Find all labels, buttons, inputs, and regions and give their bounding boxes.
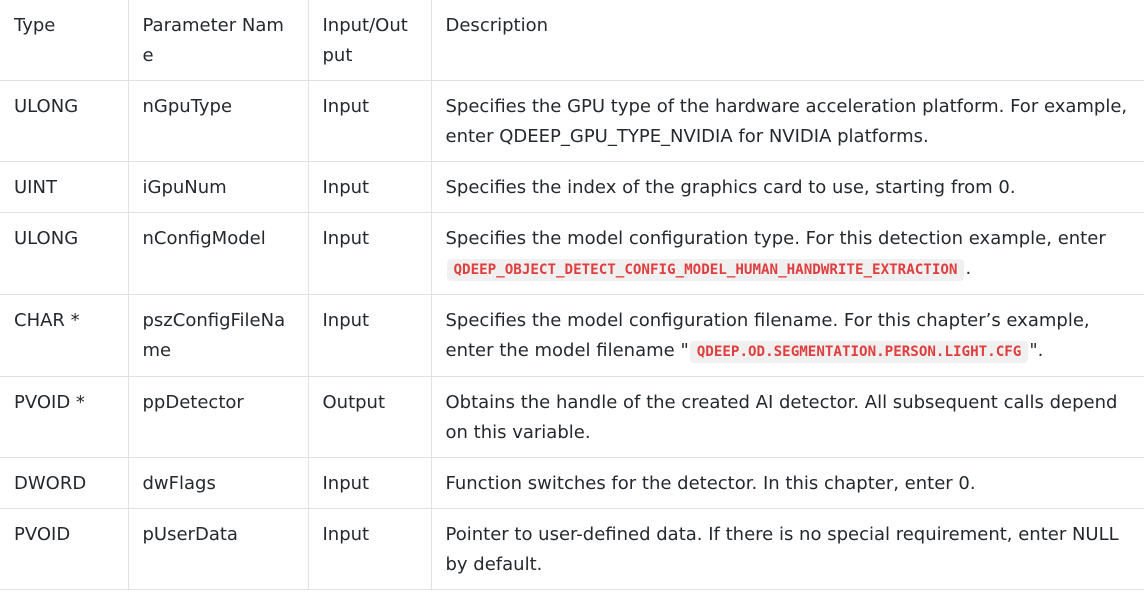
inline-code-config-model: QDEEP_OBJECT_DETECT_CONFIG_MODEL_HUMAN_H…	[446, 259, 965, 281]
table-row: PVOID * ppDetector Output Obtains the ha…	[0, 376, 1144, 458]
table-row: DWORD dwFlags Input Function switches fo…	[0, 457, 1144, 509]
description-text: Specifies the GPU type of the hardware a…	[445, 96, 1128, 147]
table-row: CHAR * pszConfigFileName Input Specifies…	[0, 294, 1144, 377]
header-description: Description	[430, 0, 1144, 81]
cell-parameter-name: nGpuType	[127, 80, 309, 162]
table-row: PVOID pUserData Input Pointer to user-de…	[0, 508, 1144, 590]
description-text: Function switches for the detector. In t…	[445, 473, 976, 494]
description-text: Pointer to user-defined data. If there i…	[445, 524, 1119, 575]
cell-parameter-name: pUserData	[127, 508, 309, 590]
parameters-table: Type Parameter Name Input/Output Descrip…	[0, 0, 1144, 590]
inline-code-config-filename: QDEEP.OD.SEGMENTATION.PERSON.LIGHT.CFG	[689, 341, 1029, 363]
cell-description: Pointer to user-defined data. If there i…	[430, 508, 1144, 590]
description-text-suffix: .	[965, 258, 972, 279]
cell-parameter-name: ppDetector	[127, 376, 309, 458]
cell-parameter-name: nConfigModel	[127, 212, 309, 295]
table-row: ULONG nConfigModel Input Specifies the m…	[0, 212, 1144, 295]
description-text-suffix: ".	[1029, 340, 1044, 361]
cell-type: ULONG	[0, 212, 129, 295]
cell-input-output: Input	[307, 80, 432, 162]
cell-type: PVOID	[0, 508, 129, 590]
cell-type: PVOID *	[0, 376, 129, 458]
header-input-output: Input/Output	[307, 0, 432, 81]
cell-description: Specifies the index of the graphics card…	[430, 161, 1144, 213]
table-header: Type Parameter Name Input/Output Descrip…	[0, 0, 1144, 81]
cell-input-output: Input	[307, 212, 432, 295]
cell-input-output: Input	[307, 294, 432, 377]
cell-parameter-name: iGpuNum	[127, 161, 309, 213]
cell-type: CHAR *	[0, 294, 129, 377]
cell-parameter-name: pszConfigFileName	[127, 294, 309, 377]
cell-parameter-name: dwFlags	[127, 457, 309, 509]
cell-type: UINT	[0, 161, 129, 213]
cell-description: Specifies the model configuration filena…	[430, 294, 1144, 377]
cell-description: Specifies the model configuration type. …	[430, 212, 1144, 295]
table-row: UINT iGpuNum Input Specifies the index o…	[0, 161, 1144, 213]
description-text: Obtains the handle of the created AI det…	[445, 392, 1118, 443]
cell-description: Obtains the handle of the created AI det…	[430, 376, 1144, 458]
header-row: Type Parameter Name Input/Output Descrip…	[0, 0, 1144, 81]
cell-input-output: Input	[307, 508, 432, 590]
cell-description: Specifies the GPU type of the hardware a…	[430, 80, 1144, 162]
cell-input-output: Input	[307, 457, 432, 509]
description-text: Specifies the model configuration type. …	[445, 228, 1106, 249]
cell-type: DWORD	[0, 457, 129, 509]
cell-description: Function switches for the detector. In t…	[430, 457, 1144, 509]
cell-input-output: Input	[307, 161, 432, 213]
description-text: Specifies the index of the graphics card…	[445, 177, 1016, 198]
header-parameter-name: Parameter Name	[127, 0, 309, 81]
header-type: Type	[0, 0, 129, 81]
cell-input-output: Output	[307, 376, 432, 458]
table-row: ULONG nGpuType Input Specifies the GPU t…	[0, 80, 1144, 162]
cell-type: ULONG	[0, 80, 129, 162]
table-body: ULONG nGpuType Input Specifies the GPU t…	[0, 80, 1144, 590]
